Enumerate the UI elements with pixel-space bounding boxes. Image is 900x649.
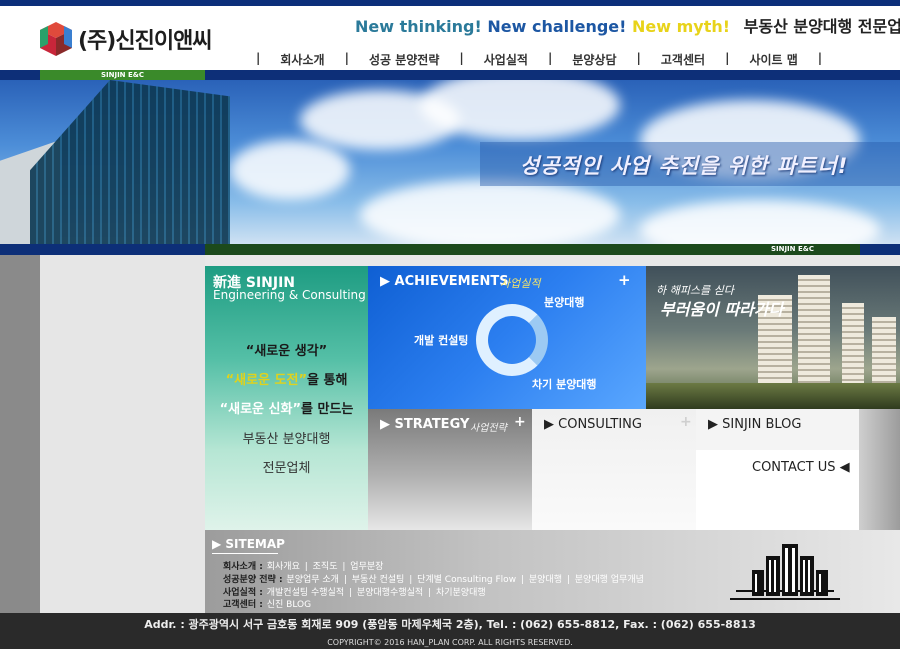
intro-line-3-highlight: “새로운 신화” <box>219 402 302 417</box>
strategy-more-button[interactable]: + <box>514 414 526 430</box>
right-strip <box>859 409 900 530</box>
hero-banner: 성공적인 사업 추진을 위한 파트너! <box>0 80 900 244</box>
sitemap-link[interactable]: 분양대행 <box>529 575 562 585</box>
consulting-label: ▶ CONSULTING <box>544 417 642 432</box>
sub-brand-label: SINJIN E&C <box>40 70 205 80</box>
logo-text: (주)신진이앤씨 <box>78 29 213 54</box>
sitemap-link[interactable]: 분양업무 소개 <box>286 575 339 585</box>
sitemap-row-head: 고객센터 : <box>223 600 263 610</box>
intro-line-2-rest: 을 통해 <box>307 373 348 388</box>
nav-item-sitemap[interactable]: 사이트 맵 <box>739 51 807 68</box>
promo-text-2: 부러움이 따라가다 <box>660 300 784 319</box>
sitemap-separator: | <box>343 575 347 585</box>
intro-line-4: 부동산 분양대행 <box>242 432 331 447</box>
slogan-part-1: New thinking! <box>355 17 482 36</box>
sitemap-link[interactable]: 업무분장 <box>350 562 383 572</box>
sitemap-separator: | <box>520 575 524 585</box>
cycle-step-3: 차기 분양대행 <box>532 378 597 391</box>
nav-item-consultation[interactable]: 분양상담 <box>562 51 626 68</box>
cycle-step-1: 분양대행 <box>544 296 585 309</box>
intro-subtitle: Engineering & Consulting <box>213 288 366 302</box>
slogan-part-2: New challenge! <box>487 17 627 36</box>
achievements-label: ▶ ACHIEVEMENTS <box>380 274 509 289</box>
achievements-sub: 사업실적 <box>500 277 541 290</box>
achievements-more-button[interactable]: + <box>618 271 631 289</box>
skyline-icon <box>730 544 840 600</box>
sitemap-link[interactable]: 회사개요 <box>267 562 300 572</box>
sitemap-rule <box>212 553 278 554</box>
hero-band-label: SINJIN E&C <box>205 244 860 255</box>
nav-item-customer-center[interactable]: 고객센터 <box>651 51 715 68</box>
left-gutter <box>0 255 40 613</box>
blog-label: ▶ SINJIN BLOG <box>708 417 802 432</box>
sitemap-row: 회사소개 : 회사개요 | 조직도 | 업무분장 <box>223 559 384 572</box>
header-slogan: New thinking! New challenge! New myth! 부… <box>355 13 900 37</box>
intro-line-3-rest: 를 만드는 <box>301 402 354 417</box>
sitemap-link[interactable]: 분양대행 업무개념 <box>575 575 644 585</box>
intro-line-2-highlight: “새로운 도전” <box>225 373 307 388</box>
sitemap-separator: | <box>342 562 346 572</box>
footer-address: Addr. : 광주광역시 서구 금호동 회재로 909 (풍암동 마제우체국 … <box>144 618 756 631</box>
sitemap-link[interactable]: 단계별 Consulting Flow <box>417 575 516 585</box>
footer: Addr. : 광주광역시 서구 금호동 회재로 909 (풍암동 마제우체국 … <box>0 613 900 649</box>
hero-slogan: 성공적인 사업 추진을 위한 파트너! <box>520 154 849 178</box>
sitemap-separator: | <box>409 575 413 585</box>
intro-line-3: “새로운 신화”를 만드는 <box>205 398 368 417</box>
strategy-box[interactable]: ▶ STRATEGY 사업전략 + <box>368 409 532 530</box>
intro-line-5: 전문업체 <box>262 461 311 476</box>
blog-box[interactable]: ▶ SINJIN BLOG <box>696 409 859 450</box>
strategy-label: ▶ STRATEGY <box>380 417 470 432</box>
nav-item-strategy[interactable]: 성공 분양전략 <box>359 51 449 68</box>
sitemap-link[interactable]: 신진 BLOG <box>267 600 311 610</box>
contact-box[interactable]: CONTACT US ◀ <box>696 450 859 530</box>
sitemap-separator: | <box>566 575 570 585</box>
main-nav: | 회사소개 | 성공 분양전략 | 사업실적 | 분양상담 | 고객센터 | 사이트 맵 … <box>256 51 823 68</box>
cycle-step-2: 개발 컨설팅 <box>414 334 469 347</box>
sitemap-row-head: 성공분양 전략 : <box>223 575 283 585</box>
sitemap-link[interactable]: 부동산 컨설팅 <box>352 575 405 585</box>
footer-copyright: COPYRIGHT© 2016 HAN_PLAN CORP. ALL RIGHT… <box>327 638 573 647</box>
sitemap-row: 고객센터 : 신진 BLOG <box>223 597 312 610</box>
intro-panel: 新進 SINJIN Engineering & Consulting “새로운 … <box>205 266 368 530</box>
sitemap-link[interactable]: 분양대행수행실적 <box>357 588 423 598</box>
intro-line-2: “새로운 도전”을 통해 <box>205 369 368 388</box>
consulting-box[interactable]: ▶ CONSULTING + <box>532 409 696 530</box>
sitemap-row: 성공분양 전략 : 분양업무 소개 | 부동산 컨설팅 | 단계별 Consul… <box>223 572 645 585</box>
apartment-tower <box>798 275 830 387</box>
strategy-sub: 사업전략 <box>470 423 507 434</box>
sitemap-title: ▶ SITEMAP <box>212 537 285 551</box>
sitemap-link[interactable]: 차기분양대행 <box>436 588 486 598</box>
logo-cube-icon <box>40 22 72 56</box>
promo-ground <box>646 383 900 409</box>
logo[interactable]: (주)신진이앤씨 <box>40 22 213 56</box>
consulting-more-button[interactable]: + <box>680 414 692 430</box>
apartment-tower <box>842 303 864 387</box>
slogan-part-3: New myth! <box>632 17 731 36</box>
left-panel <box>40 255 205 613</box>
hero-building <box>30 80 230 244</box>
promo-apartment-image[interactable]: 하 해피스를 싣다 부러움이 따라가다 <box>646 266 900 409</box>
top-bar <box>0 0 900 6</box>
contact-label: CONTACT US ◀ <box>752 460 850 475</box>
sitemap-panel: ▶ SITEMAP 회사소개 : 회사개요 | 조직도 | 업무분장 성공분양 … <box>205 530 900 613</box>
nav-item-achievements[interactable]: 사업실적 <box>474 51 538 68</box>
sitemap-row-head: 회사소개 : <box>223 562 263 572</box>
cycle-diagram-icon <box>476 304 548 376</box>
achievements-box[interactable]: ▶ ACHIEVEMENTS 사업실적 + 분양대행 개발 컨설팅 차기 분양대… <box>368 266 646 409</box>
intro-line-1: “새로운 생각” <box>245 344 328 359</box>
sitemap-link[interactable]: 조직도 <box>313 562 338 572</box>
nav-item-company[interactable]: 회사소개 <box>270 51 334 68</box>
sitemap-separator: | <box>428 588 432 598</box>
sitemap-separator: | <box>349 588 353 598</box>
slogan-tag: 부동산 분양대행 전문업체 <box>743 17 900 36</box>
sitemap-separator: | <box>304 562 308 572</box>
apartment-tower <box>872 317 896 387</box>
